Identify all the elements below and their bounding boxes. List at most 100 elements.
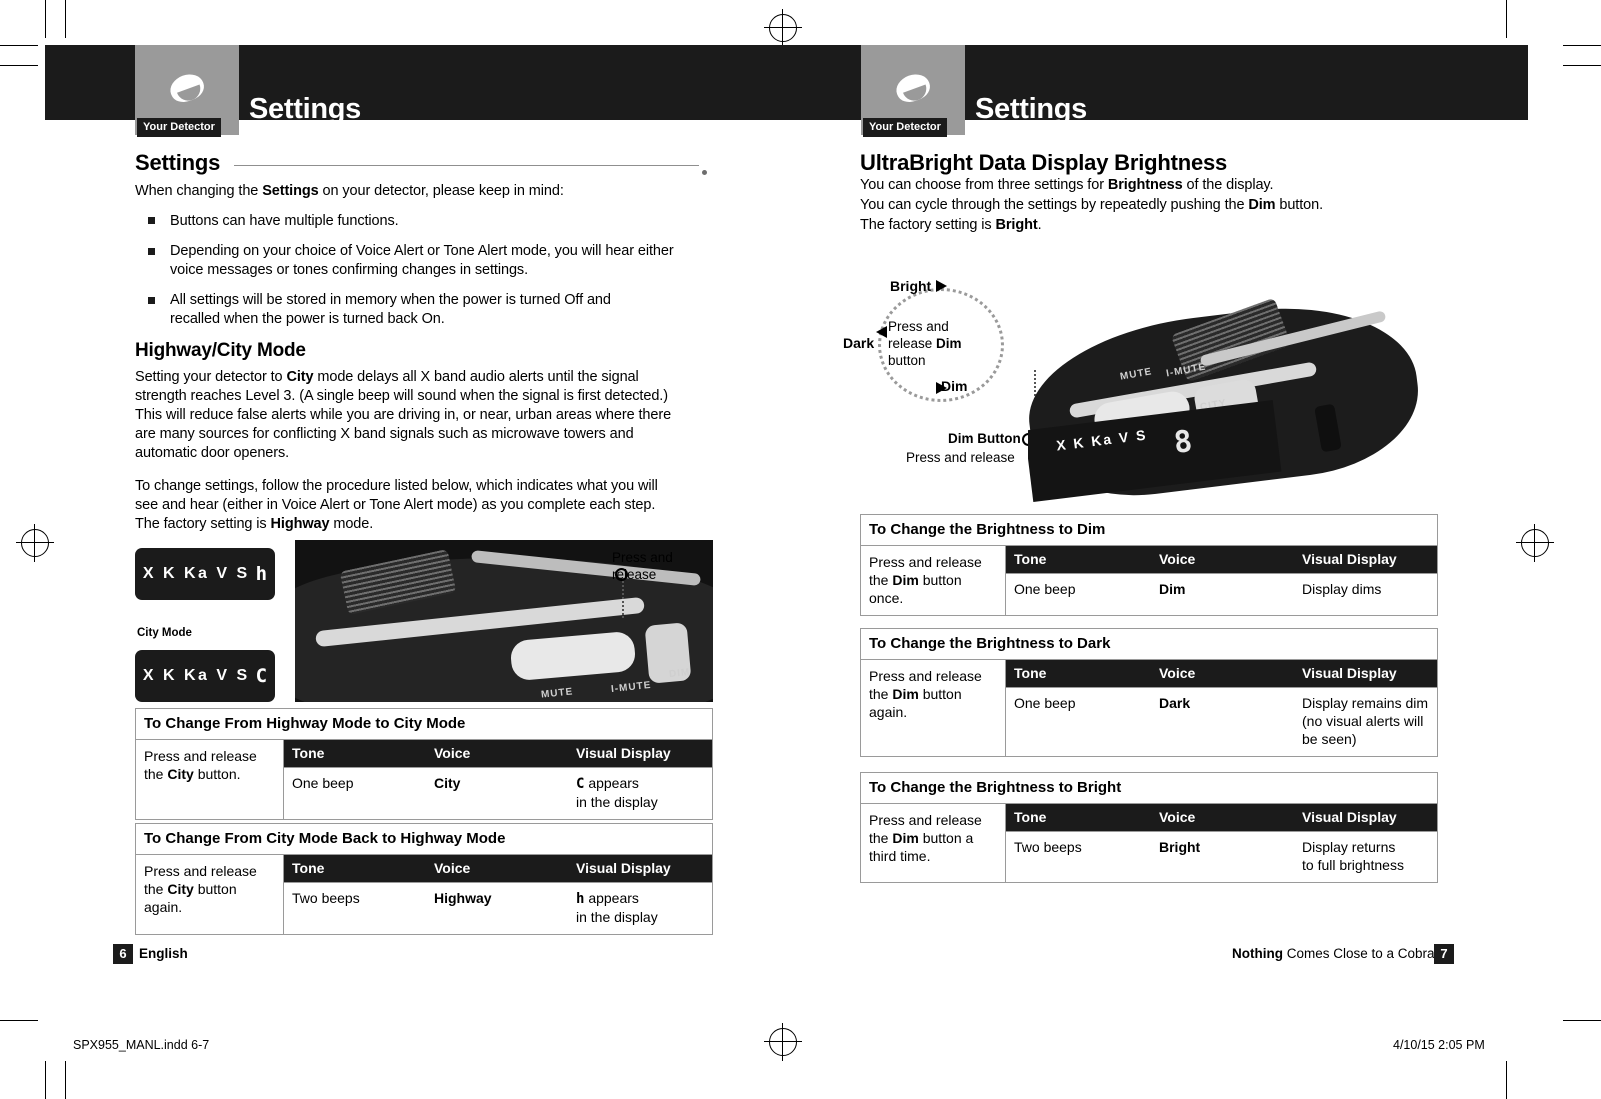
lcd-bands-label: X K Ka V S <box>142 565 250 582</box>
left-bullet-1: Buttons can have multiple functions. <box>170 213 399 229</box>
cycle-arrow-bright <box>936 280 947 292</box>
table-header-row: Tone Voice Visual Display <box>1006 546 1437 573</box>
cycle-arrow-dark <box>876 326 887 338</box>
left-bullet-3: All settings will be stored in memory wh… <box>170 292 611 327</box>
crop-mark <box>1563 1020 1601 1021</box>
table-action-cell: Press and release the Dim button a third… <box>861 804 1006 882</box>
left-intro-text: When changing the Settings on your detec… <box>135 183 564 199</box>
crop-mark <box>1506 1061 1507 1099</box>
cycle-label-dark: Dark <box>843 335 875 351</box>
cell-visual: Display returns to full brightness <box>1302 839 1404 873</box>
cell-visual: Display remains dim (no visual alerts wi… <box>1302 695 1429 747</box>
cycle-label-bright: Bright <box>890 278 932 294</box>
footer-tagline-bold: Nothing <box>1232 946 1283 961</box>
col-header-visual: Visual Display <box>1302 665 1397 681</box>
col-header-tone: Tone <box>1014 809 1047 825</box>
crop-mark <box>45 1061 46 1099</box>
cell-voice: Highway <box>434 890 492 906</box>
table-header-row: Tone Voice Visual Display <box>1006 660 1437 687</box>
col-header-voice: Voice <box>434 745 471 761</box>
table-title: To Change From Highway Mode to City Mode <box>136 709 712 740</box>
right-para-line-1: You can choose from three settings for B… <box>860 177 1274 193</box>
col-header-visual: Visual Display <box>576 860 671 876</box>
table-row: Press and release the City button again.… <box>136 855 712 934</box>
crop-mark <box>0 45 38 46</box>
cell-visual: h appears in the display <box>576 890 658 925</box>
cell-voice: Bright <box>1159 839 1201 855</box>
cell-tone: One beep <box>1014 695 1076 711</box>
lcd-segment-city: C <box>255 665 268 687</box>
table-brightness-dim: To Change the Brightness to Dim Press an… <box>860 514 1438 616</box>
callout-dotted-line <box>622 578 624 618</box>
right-para-line-2: You can cycle through the settings by re… <box>860 197 1324 213</box>
table-row: Press and release the Dim button a third… <box>861 804 1437 882</box>
lcd-highway-mode: X K Ka V S h <box>135 548 275 600</box>
table-row: Press and release the City button. Tone … <box>136 740 712 819</box>
dim-button-callout-sub: Press and release <box>906 450 1015 465</box>
left-subsection-title: Highway/City Mode <box>135 340 306 361</box>
left-header-tab: Your Detector <box>135 45 239 137</box>
col-header-tone: Tone <box>1014 551 1047 567</box>
col-header-visual: Visual Display <box>1302 809 1397 825</box>
table-header-row: Tone Voice Visual Display <box>284 740 712 767</box>
manual-spread: Your Detector Settings Your Detector Set… <box>0 0 1601 1099</box>
col-header-visual: Visual Display <box>1302 551 1397 567</box>
left-paragraph-2: To change settings, follow the procedure… <box>135 478 658 532</box>
cobra-logo-icon <box>892 69 934 107</box>
table-data-row: One beep Dark Display remains dim (no vi… <box>1006 687 1437 756</box>
table-brightness-bright: To Change the Brightness to Bright Press… <box>860 772 1438 883</box>
crop-mark <box>0 1020 38 1021</box>
city-mode-caption: City Mode <box>137 627 192 639</box>
table-highway-to-city: To Change From Highway Mode to City Mode… <box>135 708 713 820</box>
left-section-title: Settings <box>135 150 221 175</box>
bullet-marker <box>148 297 155 304</box>
lcd-city-mode: X K Ka V S C <box>135 650 275 702</box>
table-header-row: Tone Voice Visual Display <box>1006 804 1437 831</box>
left-header-tab-label: Your Detector <box>137 118 221 137</box>
crop-mark <box>1563 65 1601 66</box>
table-title: To Change the Brightness to Dim <box>861 515 1437 546</box>
photo-label-dim: DIM <box>668 666 691 681</box>
cell-tone: Two beeps <box>292 890 360 906</box>
col-header-voice: Voice <box>434 860 471 876</box>
left-paragraph-1: Setting your detector to City mode delay… <box>135 369 672 461</box>
bullet-marker <box>148 217 155 224</box>
cell-tone: One beep <box>1014 581 1076 597</box>
cell-visual: Display dims <box>1302 581 1382 597</box>
crop-mark <box>65 0 66 38</box>
left-bullet-2: Depending on your choice of Voice Alert … <box>170 243 674 278</box>
cell-visual-segment: h <box>576 891 585 907</box>
left-page-number: 6 <box>113 944 133 964</box>
right-header-tab: Your Detector <box>861 45 965 137</box>
col-header-voice: Voice <box>1159 809 1196 825</box>
right-header-title: Settings <box>975 93 1087 125</box>
table-title: To Change From City Mode Back to Highway… <box>136 824 712 855</box>
cell-voice: Dark <box>1159 695 1191 711</box>
dim-button-callout-label: Dim Button <box>948 431 1021 446</box>
left-header-title: Settings <box>249 93 361 125</box>
table-data-row: Two beeps Bright Display returns to full … <box>1006 831 1437 882</box>
left-footer-language: English <box>139 946 188 961</box>
crop-mark <box>1506 0 1507 38</box>
registration-mark <box>1516 524 1554 562</box>
dim-button-callout: Dim Button <box>948 431 1021 446</box>
right-page-number: 7 <box>1434 944 1454 964</box>
bullet-marker <box>148 248 155 255</box>
col-header-tone: Tone <box>1014 665 1047 681</box>
lcd-bands-label: X K Ka V S <box>142 667 250 684</box>
table-header-row: Tone Voice Visual Display <box>284 855 712 882</box>
col-header-tone: Tone <box>292 860 325 876</box>
col-header-tone: Tone <box>292 745 325 761</box>
cell-tone: Two beeps <box>1014 839 1082 855</box>
cell-visual: C appears in the display <box>576 775 658 810</box>
cell-tone: One beep <box>292 775 354 791</box>
bottom-file-meta: SPX955_MANL.indd 6-7 <box>73 1038 210 1052</box>
cobra-logo-icon <box>166 69 208 107</box>
bottom-date-meta: 4/10/15 2:05 PM <box>1393 1038 1485 1052</box>
table-row: Press and release the Dim button once. T… <box>861 546 1437 615</box>
table-brightness-dark: To Change the Brightness to Dark Press a… <box>860 628 1438 757</box>
right-footer-tagline: Nothing Comes Close to a Cobra® <box>1232 946 1445 961</box>
table-title: To Change the Brightness to Bright <box>861 773 1437 804</box>
registration-mark <box>764 9 802 47</box>
cell-visual-segment: C <box>576 776 585 792</box>
